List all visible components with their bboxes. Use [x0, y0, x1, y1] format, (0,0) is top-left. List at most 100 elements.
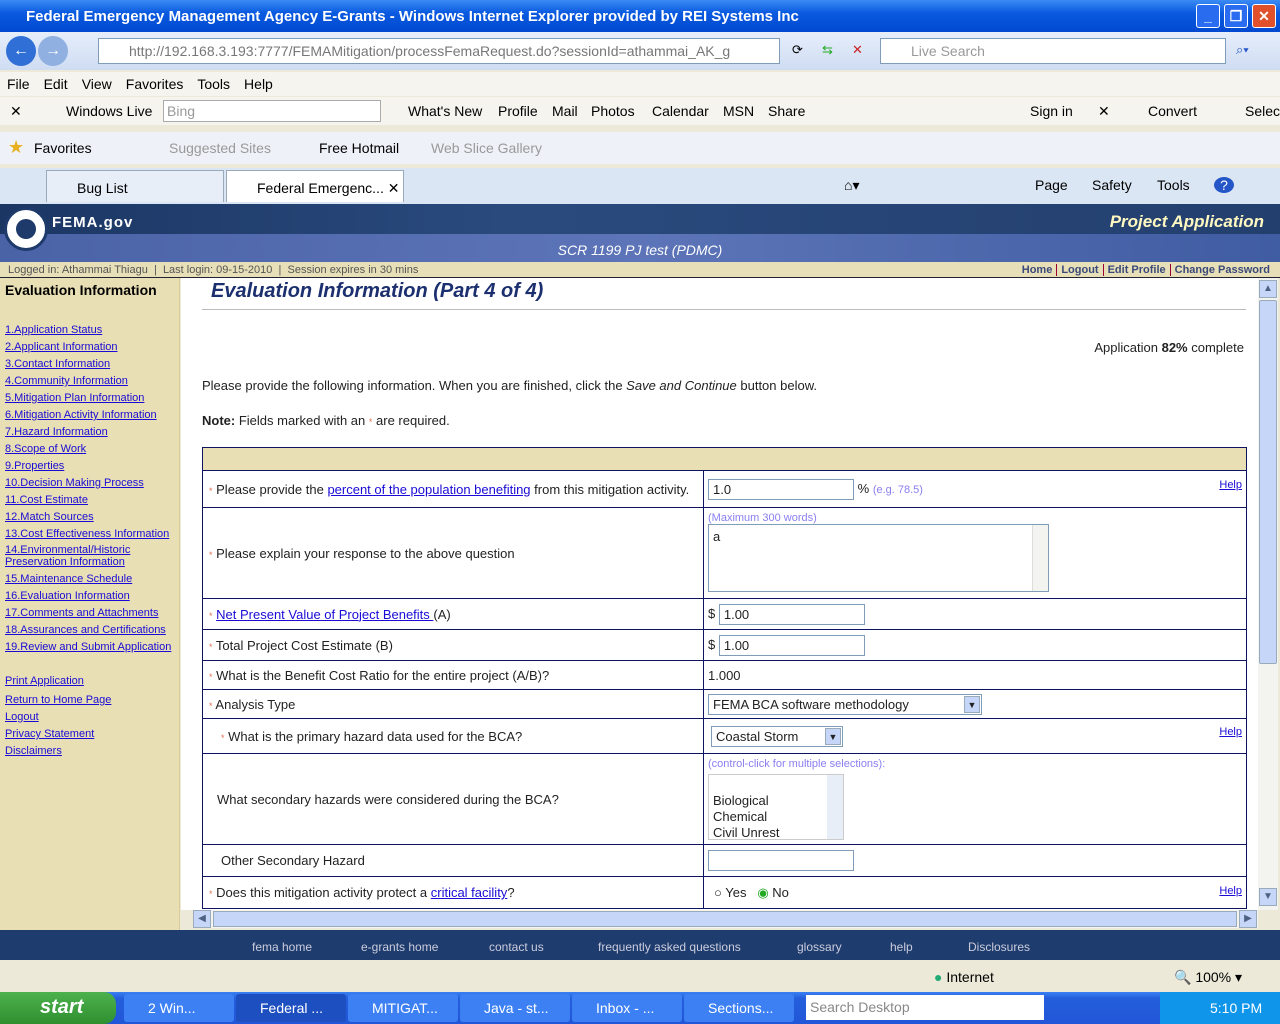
sidebar-item[interactable]: 10.Decision Making Process [0, 477, 179, 489]
edit-profile-link[interactable]: Edit Profile [1102, 264, 1170, 276]
menu-favorites[interactable]: Favorites [119, 72, 191, 96]
footer-help[interactable]: help [890, 940, 913, 954]
logout-link[interactable]: Logout [1056, 264, 1103, 276]
search-desktop-input[interactable]: Search Desktop [806, 995, 1044, 1020]
tab-bug-list[interactable]: Bug List [46, 170, 224, 202]
menu-tools[interactable]: Tools [190, 72, 237, 96]
menu-view[interactable]: View [75, 72, 119, 96]
compat-icon[interactable]: ⇆ [822, 42, 833, 58]
change-password-link[interactable]: Change Password [1169, 264, 1274, 276]
sidebar-item[interactable]: 19.Review and Submit Application [0, 641, 179, 653]
close-icon[interactable]: ✕ [1098, 103, 1110, 120]
wl-msn[interactable]: MSN [723, 103, 754, 119]
population-percent-input[interactable]: 1.0 [708, 478, 854, 500]
task-mitigat[interactable]: MITIGAT... [348, 994, 458, 1022]
help-icon[interactable]: ? [1214, 177, 1234, 193]
live-search-input[interactable]: Live Search [880, 38, 1226, 64]
other-hazard-input[interactable] [708, 850, 854, 871]
bing-search-input[interactable]: Bing [163, 100, 381, 122]
fema-logo[interactable]: FEMA.gov [52, 214, 133, 231]
task-federal[interactable]: Federal ... [236, 994, 346, 1022]
task-windows-explorer[interactable]: 2 Win... [124, 994, 234, 1022]
fav-suggested-sites[interactable]: Suggested Sites [169, 140, 271, 156]
forward-button[interactable]: → [38, 36, 68, 66]
explain-textarea[interactable]: a [708, 524, 1049, 592]
sidebar-item[interactable]: 1.Application Status [0, 324, 179, 336]
back-button[interactable]: ← [6, 36, 36, 66]
sign-in-link[interactable]: Sign in [1030, 103, 1073, 119]
sidebar-item[interactable]: 18.Assurances and Certifications [0, 624, 179, 636]
sidebar-item[interactable]: 4.Community Information [0, 375, 179, 387]
sidebar-link[interactable]: Logout [0, 711, 179, 723]
no-radio[interactable]: ◉ [757, 885, 768, 900]
horizontal-scrollbar[interactable]: ◀ ▶ [193, 910, 1258, 928]
sidebar-item[interactable]: 16.Evaluation Information [0, 590, 179, 602]
sidebar-item[interactable]: 9.Properties [0, 460, 179, 472]
scroll-down-button[interactable]: ▼ [1259, 888, 1277, 906]
sidebar-item[interactable]: 15.Maintenance Schedule [0, 573, 179, 585]
wl-mail[interactable]: Mail [552, 103, 578, 119]
help-link[interactable]: Help [1219, 479, 1242, 491]
npv-input[interactable]: 1.00 [718, 603, 865, 625]
sidebar-item[interactable]: 12.Match Sources [0, 511, 179, 523]
scroll-left-button[interactable]: ◀ [193, 910, 211, 928]
hazard-option[interactable]: Chemical [713, 809, 843, 825]
minimize-button[interactable]: _ [1196, 4, 1220, 28]
sidebar-item[interactable]: 5.Mitigation Plan Information [0, 392, 179, 404]
wl-photos[interactable]: Photos [591, 103, 635, 119]
select-button[interactable]: Selec [1245, 103, 1280, 119]
sidebar-link[interactable]: Return to Home Page [0, 694, 179, 706]
sidebar-item[interactable]: 13.Cost Effectiveness Information [0, 528, 179, 540]
scroll-right-button[interactable]: ▶ [1239, 910, 1257, 928]
sidebar-item[interactable]: 6.Mitigation Activity Information [0, 409, 179, 421]
footer-contact-us[interactable]: contact us [489, 940, 544, 954]
sidebar-link[interactable]: Disclaimers [0, 745, 179, 757]
refresh-icon[interactable]: ⟳ [792, 42, 803, 58]
scroll-up-button[interactable]: ▲ [1259, 280, 1277, 298]
footer-egrants-home[interactable]: e-grants home [361, 940, 438, 954]
close-toolbar-icon[interactable]: ✕ [10, 103, 22, 120]
task-inbox[interactable]: Inbox - ... [572, 994, 682, 1022]
critical-facility-link[interactable]: critical facility [431, 885, 508, 900]
fav-free-hotmail[interactable]: Free Hotmail [319, 140, 399, 156]
footer-fema-home[interactable]: fema home [252, 940, 312, 954]
wl-whats-new[interactable]: What's New [408, 103, 482, 119]
task-sections[interactable]: Sections... [684, 994, 794, 1022]
help-link[interactable]: Help [1219, 726, 1242, 738]
menu-edit[interactable]: Edit [37, 72, 75, 96]
sidebar-item[interactable]: 17.Comments and Attachments [0, 607, 179, 619]
secondary-hazards-listbox[interactable]: Biological Chemical Civil Unrest [708, 774, 844, 840]
sidebar-link[interactable]: Print Application [0, 675, 179, 687]
listbox-scrollbar[interactable] [827, 775, 843, 839]
stop-icon[interactable]: ✕ [852, 42, 863, 58]
footer-glossary[interactable]: glossary [797, 940, 842, 954]
favorites-button[interactable]: Favorites [34, 140, 92, 156]
tab-federal-emergency[interactable]: Federal Emergenc... ✕ [226, 170, 404, 202]
analysis-type-select[interactable]: FEMA BCA software methodology ▼ [708, 693, 982, 715]
textarea-scrollbar[interactable] [1032, 525, 1048, 591]
sidebar-item[interactable]: 7.Hazard Information [0, 426, 179, 438]
sidebar-item[interactable]: 2.Applicant Information [0, 341, 179, 353]
cost-estimate-input[interactable]: 1.00 [718, 634, 865, 656]
search-icon[interactable]: ⌕▾ [1236, 42, 1249, 58]
wl-share[interactable]: Share [768, 103, 805, 119]
url-input[interactable]: http://192.168.3.193:7777/FEMAMitigation… [98, 38, 780, 64]
wl-profile[interactable]: Profile [498, 103, 538, 119]
hazard-option[interactable]: Civil Unrest [713, 825, 843, 841]
wl-calendar[interactable]: Calendar [652, 103, 709, 119]
safety-menu[interactable]: Safety [1092, 177, 1132, 193]
windows-live-brand[interactable]: Windows Live [66, 103, 152, 119]
zoom-level[interactable]: 🔍 100% ▾ [1174, 969, 1242, 986]
page-menu[interactable]: Page [1035, 177, 1068, 193]
scroll-thumb[interactable] [1259, 300, 1277, 664]
footer-faq[interactable]: frequently asked questions [598, 940, 741, 954]
task-java[interactable]: Java - st... [460, 994, 570, 1022]
population-benefiting-link[interactable]: percent of the population benefiting [327, 482, 530, 497]
vertical-scrollbar[interactable]: ▲ ▼ [1258, 278, 1278, 910]
close-button[interactable]: ✕ [1252, 4, 1276, 28]
npv-link[interactable]: Net Present Value of Project Benefits [216, 607, 433, 622]
sidebar-item[interactable]: 3.Contact Information [0, 358, 179, 370]
tools-menu[interactable]: Tools [1157, 177, 1190, 193]
convert-button[interactable]: Convert [1148, 103, 1197, 119]
sidebar-item[interactable]: 14.Environmental/Historic Preservation I… [0, 544, 179, 568]
